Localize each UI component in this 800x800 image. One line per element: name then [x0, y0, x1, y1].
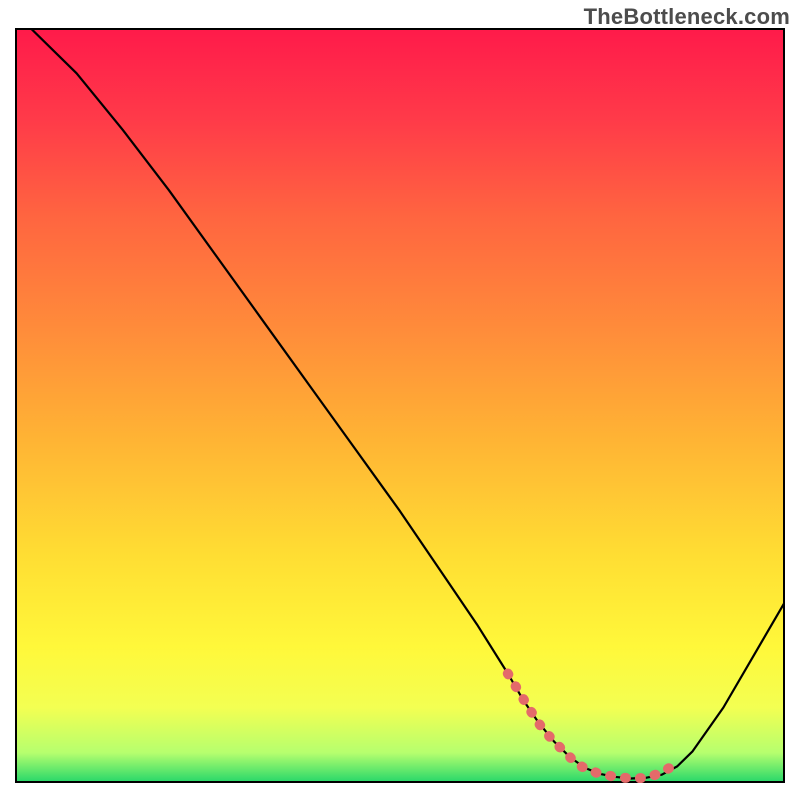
watermark-text: TheBottleneck.com — [584, 4, 790, 30]
chart-container: TheBottleneck.com — [0, 0, 800, 800]
plot-frame — [15, 28, 785, 783]
chart-svg — [15, 28, 785, 783]
